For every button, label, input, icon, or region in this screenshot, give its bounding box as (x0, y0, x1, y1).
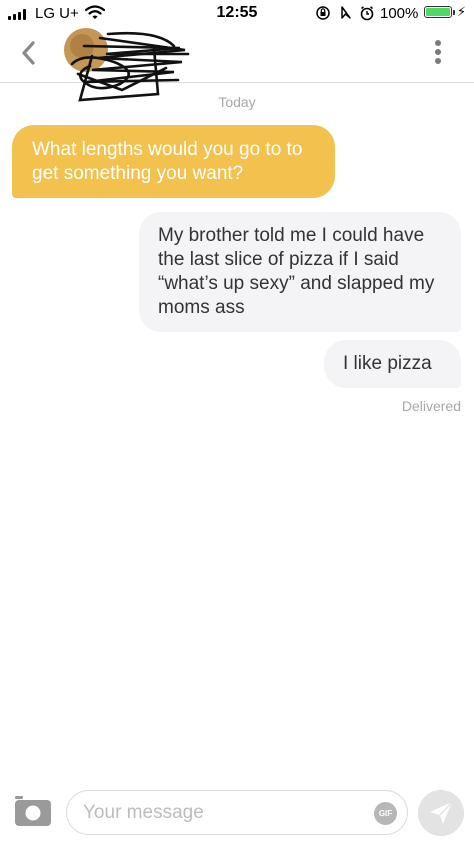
battery-percent: 100% (380, 5, 419, 22)
status-bar: LG U+ 12:55 100% ⚡ (0, 0, 474, 26)
chevron-left-icon (22, 41, 35, 65)
charging-bolt-icon: ⚡ (457, 4, 467, 19)
outgoing-message-bubble: I like pizza (324, 340, 461, 388)
gif-button[interactable]: GIF (374, 802, 397, 825)
delivery-status: Delivered (401, 398, 461, 414)
date-divider: Today (218, 94, 256, 110)
incoming-message-bubble: What lengths would you go to to get some… (12, 125, 335, 198)
outgoing-message-bubble: My brother told me I could have the last… (139, 212, 461, 332)
send-button[interactable] (418, 790, 464, 836)
location-icon (341, 6, 351, 19)
battery-icon (424, 6, 455, 18)
back-button[interactable] (14, 38, 44, 68)
vertical-dots-icon (425, 40, 451, 64)
message-composer: GIF (66, 790, 408, 835)
chat-header (0, 26, 474, 102)
camera-button[interactable] (14, 794, 52, 828)
alarm-icon (360, 6, 374, 21)
orientation-lock-icon (316, 6, 330, 20)
more-options-button[interactable] (425, 38, 451, 70)
camera-icon (15, 796, 51, 826)
match-avatar[interactable] (62, 28, 190, 104)
status-icons (316, 6, 374, 21)
message-input[interactable] (81, 800, 365, 826)
